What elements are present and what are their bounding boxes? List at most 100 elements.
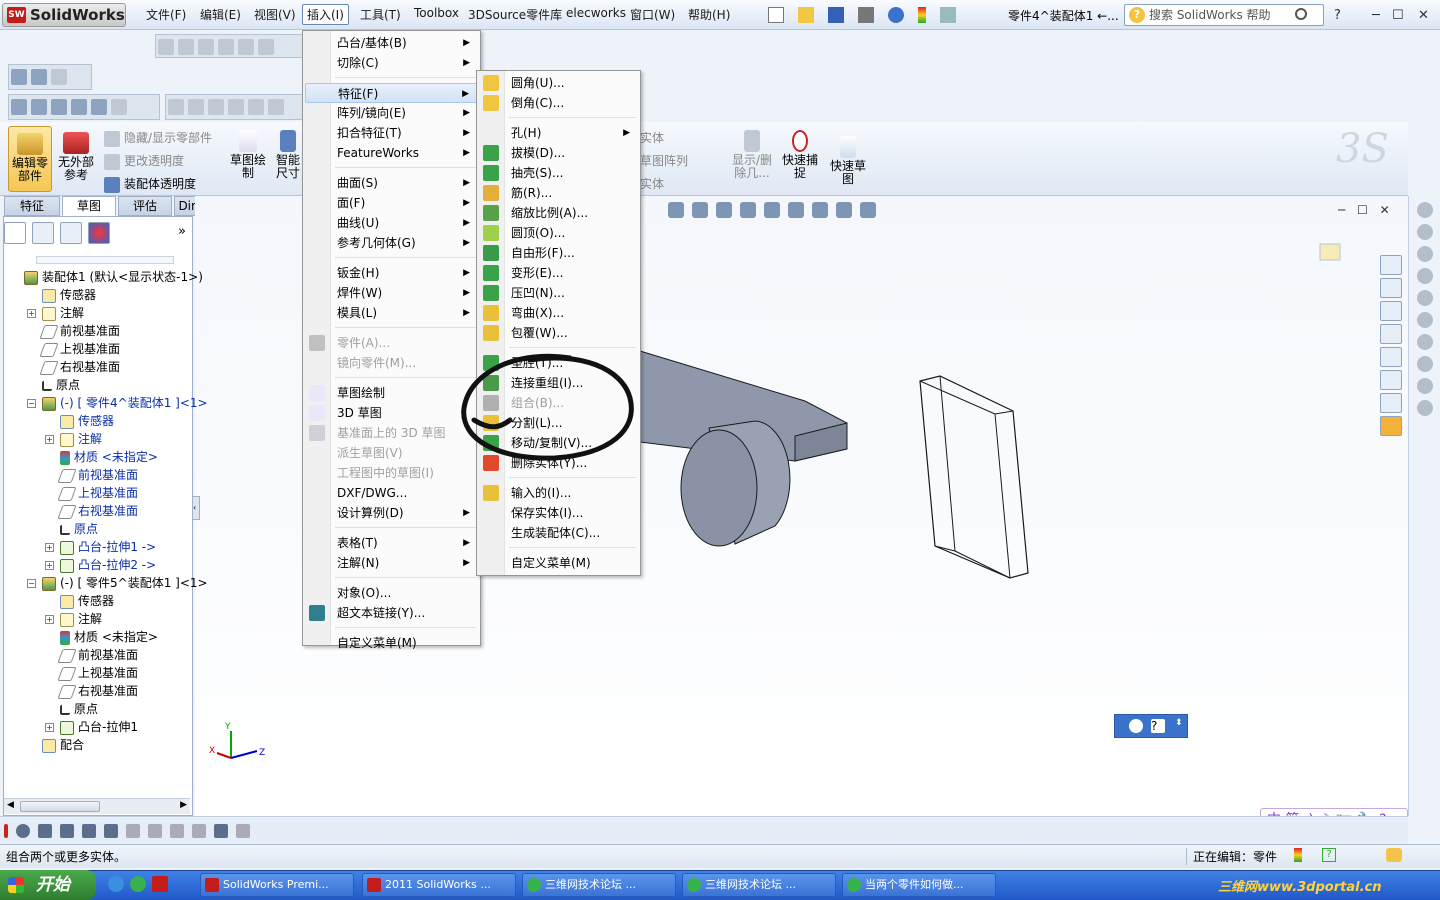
feature_menu-item[interactable]: 圆顶(O)... (479, 223, 638, 243)
insert_menu-item[interactable]: 焊件(W) ▶ (305, 283, 478, 303)
insert_menu-item[interactable]: 曲线(U) ▶ (305, 213, 478, 233)
tree-item[interactable]: 右视基准面 (39, 358, 120, 376)
tree-item[interactable]: 注解 (42, 304, 84, 322)
change-transparency[interactable]: 更改透明度 (104, 152, 184, 170)
menu-9[interactable]: 帮助(H) (688, 6, 730, 23)
toolbar-icon[interactable] (158, 39, 174, 55)
zoom-area-icon[interactable] (692, 202, 708, 218)
tree-item[interactable]: (-) [ 零件5^装配体1 ]<1> (42, 574, 208, 592)
tree-item[interactable]: 凸台-拉伸1 (60, 718, 138, 736)
tree-item[interactable]: 传感器 (60, 412, 114, 430)
taskbar-task[interactable]: 当两个零件如何做... (842, 873, 996, 897)
quick-snap-button[interactable]: 快速捕捉 (780, 130, 820, 180)
zoom-to-fit-icon[interactable] (668, 202, 684, 218)
insert_menu-item[interactable]: 凸台/基体(B) ▶ (305, 33, 478, 53)
tree-item[interactable]: 传感器 (42, 286, 96, 304)
search-icon[interactable] (1295, 8, 1307, 20)
taskbar-task[interactable]: 三维网技术论坛 ... (682, 873, 836, 897)
tree-item[interactable]: 上视基准面 (57, 484, 138, 502)
polygon-icon[interactable] (60, 824, 74, 838)
expand-panel-icon[interactable]: » (178, 224, 186, 239)
insert_menu-item[interactable]: 对象(O)... (305, 583, 478, 603)
feature_menu-item[interactable]: 自定义菜单(M) (479, 553, 638, 573)
tree-item[interactable]: 装配体1 (默认<显示状态-1>) (24, 268, 203, 286)
insert_menu-item[interactable]: FeatureWorks ▶ (305, 143, 478, 163)
tree-item[interactable]: 前视基准面 (57, 466, 138, 484)
insert_menu-item[interactable]: 草图绘制 (305, 383, 478, 403)
tree-expander[interactable]: + (45, 543, 54, 552)
menu-8[interactable]: 窗口(W) (630, 6, 675, 23)
solid-item-2[interactable]: 实体 (640, 175, 664, 192)
view-palette-icon[interactable] (1380, 347, 1402, 367)
trim-icon[interactable] (82, 824, 96, 838)
menu-3[interactable]: 插入(I) (302, 4, 349, 25)
configuration-manager-tab-icon[interactable] (60, 222, 82, 244)
view-orientation-icon[interactable] (764, 202, 780, 218)
edit-component-button[interactable]: 编辑零部件 (8, 126, 52, 192)
tree-expander[interactable]: + (45, 435, 54, 444)
camera-icon[interactable] (11, 69, 27, 85)
tree-horizontal-scrollbar[interactable]: ◀ ▶ (4, 798, 190, 814)
property-manager-tab-icon[interactable] (32, 222, 54, 244)
scroll-left-icon[interactable]: ◀ (7, 800, 14, 810)
transparent-box-part[interactable] (919, 375, 1029, 579)
construction-icon[interactable] (192, 824, 206, 838)
hide-show-components[interactable]: 隐藏/显示零部件 (104, 129, 212, 147)
feature_menu-item[interactable]: 型腔(T)... (479, 353, 638, 373)
viewport-restore-button[interactable]: ☐ (1357, 203, 1368, 217)
toolbar-icon[interactable] (71, 99, 87, 115)
tree-item[interactable]: 注解 (60, 430, 102, 448)
menu-0[interactable]: 文件(F) (146, 6, 186, 23)
insert_menu-item[interactable]: 钣金(H) ▶ (305, 263, 478, 283)
insert_menu-item[interactable]: 切除(C) ▶ (305, 53, 478, 73)
insert_menu-item[interactable]: 表格(T) ▶ (305, 533, 478, 553)
tree-item[interactable]: 前视基准面 (57, 646, 138, 664)
toolbar-icon[interactable] (168, 99, 184, 115)
move-component-icon[interactable] (51, 99, 67, 115)
tree-item[interactable]: (-) [ 零件4^装配体1 ]<1> (42, 394, 208, 412)
tree-item[interactable]: 材质 <未指定> (60, 628, 158, 646)
toolbar-icon[interactable] (268, 99, 284, 115)
render-icon[interactable] (31, 69, 47, 85)
mirror-icon[interactable] (148, 824, 162, 838)
rebuild-status-icon[interactable] (1294, 848, 1302, 862)
tab-0[interactable]: 特征 (4, 196, 60, 216)
point-icon[interactable] (4, 824, 8, 838)
scroll-right-icon[interactable]: ▶ (180, 800, 187, 810)
toolbar-icon[interactable] (188, 99, 204, 115)
feature_menu-item[interactable]: 生成装配体(C)... (479, 523, 638, 543)
status-help-icon[interactable]: ? (1322, 848, 1336, 862)
tree-expander[interactable]: + (45, 561, 54, 570)
tree-filter-field[interactable] (36, 256, 174, 264)
toolbar-icon[interactable] (178, 39, 194, 55)
tool-icon[interactable] (1417, 246, 1433, 262)
insert_menu-item[interactable]: 特征(F) ▶ (305, 83, 478, 103)
start-button[interactable]: 开始 (0, 870, 96, 900)
help-button[interactable]: ? (1334, 8, 1341, 23)
tree-expander[interactable]: + (45, 723, 54, 732)
menu-1[interactable]: 编辑(E) (200, 6, 241, 23)
menu-4[interactable]: 工具(T) (360, 6, 401, 23)
solid-item[interactable]: 实体 (640, 129, 664, 146)
panel-collapse-handle[interactable]: ‹ (192, 496, 200, 520)
quick-sketch-button[interactable]: 快速草图 (828, 136, 868, 186)
smart-dimension-button[interactable]: 智能尺寸 (272, 130, 304, 180)
no-external-refs-button[interactable]: 无外部参考 (56, 132, 96, 182)
hide-show-items-icon[interactable] (812, 202, 828, 218)
solidworks-logo[interactable]: SW SolidWorks (2, 3, 126, 27)
open-folder-icon[interactable] (798, 7, 814, 23)
toolbar-icon[interactable] (91, 99, 107, 115)
extend-icon[interactable] (104, 824, 118, 838)
toolbar-icon[interactable] (258, 39, 274, 55)
tab-2[interactable]: 评估 (118, 196, 172, 216)
tree-item[interactable]: 右视基准面 (57, 502, 138, 520)
tree-item[interactable]: 右视基准面 (57, 682, 138, 700)
menu-2[interactable]: 视图(V) (254, 6, 296, 23)
ie-icon[interactable] (108, 876, 124, 892)
circle-icon[interactable] (16, 824, 30, 838)
tag-icon[interactable] (1386, 848, 1402, 862)
insert_menu-item[interactable]: 曲面(S) ▶ (305, 173, 478, 193)
appearances-icon[interactable] (1380, 370, 1402, 390)
menu-5[interactable]: Toolbox (414, 6, 459, 20)
minimize-button[interactable]: ─ (1372, 8, 1380, 23)
